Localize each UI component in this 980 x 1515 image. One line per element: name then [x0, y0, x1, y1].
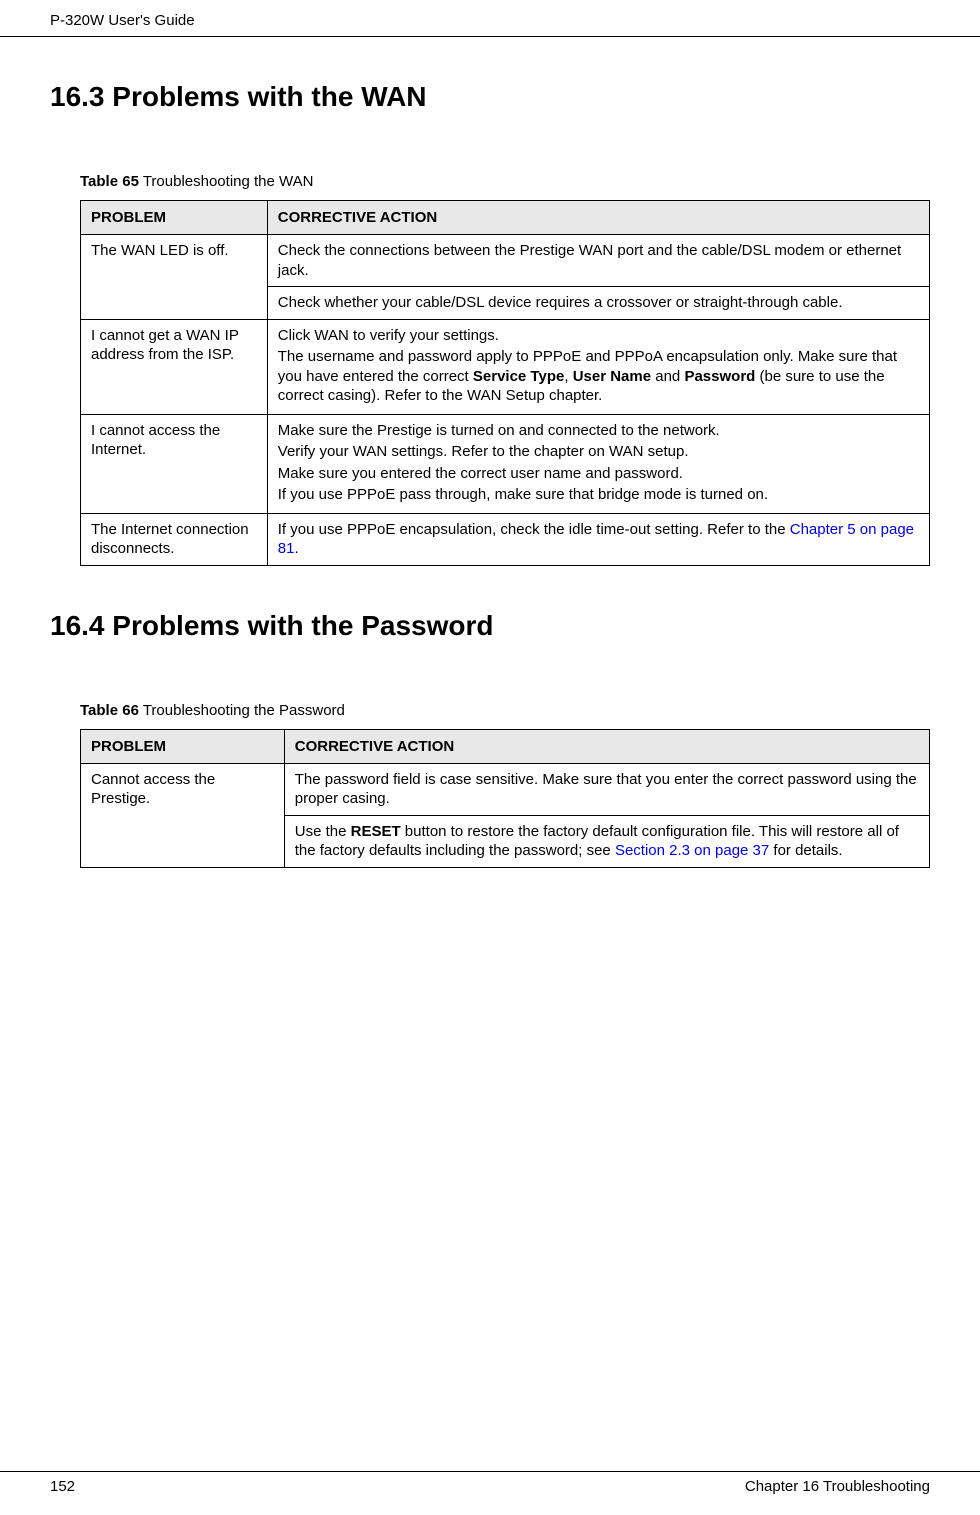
table-header-row: PROBLEM CORRECTIVE ACTION	[81, 729, 930, 763]
action-para: Click WAN to verify your settings.	[278, 326, 919, 346]
bold-text: Password	[684, 368, 755, 385]
cell-problem: The Internet connection disconnects.	[81, 513, 268, 565]
table-row: The WAN LED is off. Check the connection…	[81, 235, 930, 287]
cell-action: Use the RESET button to restore the fact…	[284, 815, 929, 867]
table-row: I cannot get a WAN IP address from the I…	[81, 319, 930, 414]
cell-action: The password field is case sensitive. Ma…	[284, 763, 929, 815]
header-title: P-320W User's Guide	[50, 12, 195, 29]
chapter-label: Chapter 16 Troubleshooting	[745, 1478, 930, 1495]
cross-reference-link[interactable]: Section 2.3 on page 37	[615, 842, 769, 859]
table-number: Table 65	[80, 173, 139, 190]
page-number: 152	[50, 1478, 75, 1495]
cell-problem: The WAN LED is off.	[81, 235, 268, 320]
col-header-problem: PROBLEM	[81, 201, 268, 235]
text-fragment: .	[294, 540, 298, 557]
action-para: Verify your WAN settings. Refer to the c…	[278, 442, 919, 462]
action-para: Make sure the Prestige is turned on and …	[278, 421, 919, 441]
table-number: Table 66	[80, 702, 139, 719]
bold-text: User Name	[573, 368, 651, 385]
action-para: Make sure you entered the correct user n…	[278, 464, 919, 484]
table-title: Troubleshooting the Password	[139, 702, 345, 719]
page-footer: 152 Chapter 16 Troubleshooting	[0, 1471, 980, 1495]
cell-problem: Cannot access the Prestige.	[81, 763, 285, 867]
cell-action: Make sure the Prestige is turned on and …	[267, 414, 929, 513]
bold-text: Service Type	[473, 368, 564, 385]
page-content: 16.3 Problems with the WAN Table 65 Trou…	[0, 81, 980, 868]
section-heading-wan: 16.3 Problems with the WAN	[50, 81, 930, 113]
cell-action: Click WAN to verify your settings. The u…	[267, 319, 929, 414]
text-fragment: for details.	[769, 842, 842, 859]
cell-problem: I cannot get a WAN IP address from the I…	[81, 319, 268, 414]
table-wan: PROBLEM CORRECTIVE ACTION The WAN LED is…	[80, 200, 930, 566]
table-password: PROBLEM CORRECTIVE ACTION Cannot access …	[80, 729, 930, 868]
cell-action: Check the connections between the Presti…	[267, 235, 929, 287]
table-caption-wan: Table 65 Troubleshooting the WAN	[80, 173, 930, 190]
table-title: Troubleshooting the WAN	[139, 173, 314, 190]
text-fragment: and	[651, 368, 684, 385]
table-row: The Internet connection disconnects. If …	[81, 513, 930, 565]
text-fragment: ,	[564, 368, 572, 385]
text-fragment: Use the	[295, 823, 351, 840]
cell-action: Check whether your cable/DSL device requ…	[267, 287, 929, 320]
cell-action: If you use PPPoE encapsulation, check th…	[267, 513, 929, 565]
col-header-action: CORRECTIVE ACTION	[284, 729, 929, 763]
table-row: I cannot access the Internet. Make sure …	[81, 414, 930, 513]
section-heading-password: 16.4 Problems with the Password	[50, 610, 930, 642]
page-header: P-320W User's Guide	[0, 12, 980, 37]
table-header-row: PROBLEM CORRECTIVE ACTION	[81, 201, 930, 235]
cell-problem: I cannot access the Internet.	[81, 414, 268, 513]
table-row: Cannot access the Prestige. The password…	[81, 763, 930, 815]
action-para: If you use PPPoE pass through, make sure…	[278, 485, 919, 505]
table-caption-password: Table 66 Troubleshooting the Password	[80, 702, 930, 719]
col-header-action: CORRECTIVE ACTION	[267, 201, 929, 235]
col-header-problem: PROBLEM	[81, 729, 285, 763]
text-fragment: If you use PPPoE encapsulation, check th…	[278, 521, 790, 538]
action-para: The username and password apply to PPPoE…	[278, 347, 919, 406]
bold-text: RESET	[351, 823, 401, 840]
